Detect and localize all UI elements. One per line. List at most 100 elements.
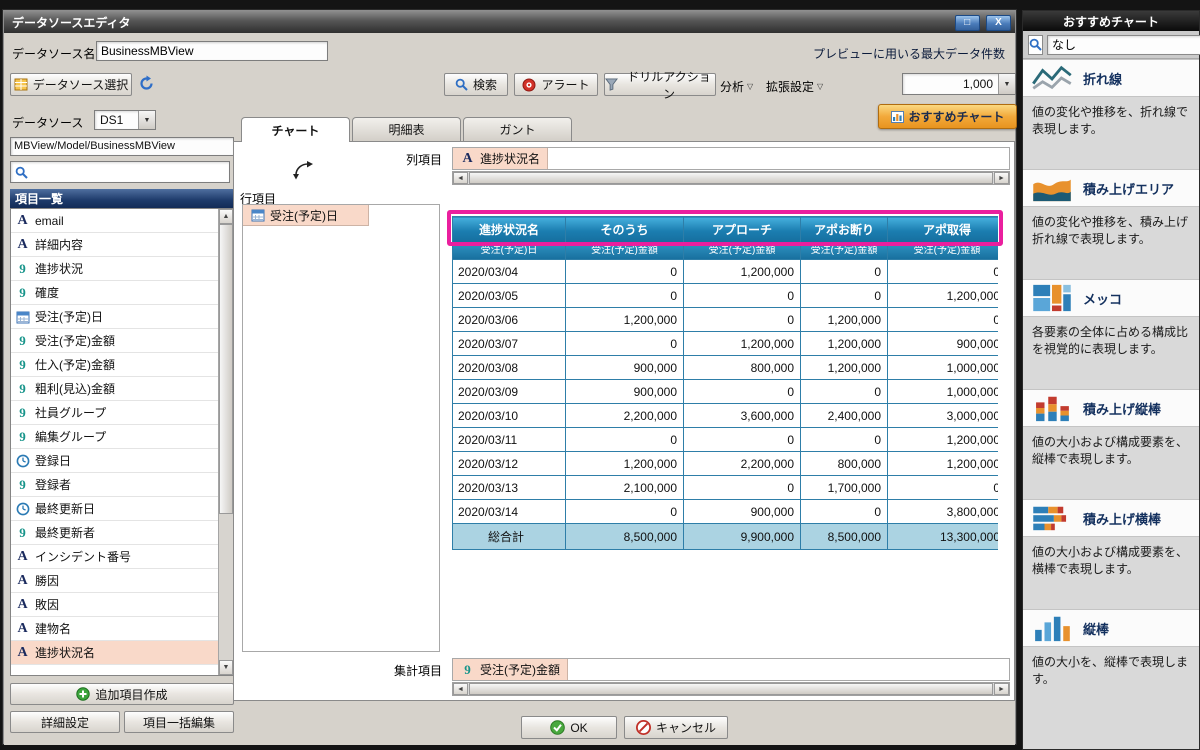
cancel-button[interactable]: キャンセル (624, 716, 728, 739)
datasource-name-input[interactable] (97, 42, 327, 60)
pivot-header-cell[interactable]: 受注(予定)金額 (887, 242, 998, 260)
pivot-editor-area: 列項目 A 進捗状況名 ◄ ► 行項目 受注(予定)日 進捗状況名 そのうち ア… (233, 141, 1015, 701)
ok-button[interactable]: OK (521, 716, 617, 739)
window-buttons: □ X (952, 14, 1011, 31)
aggregate-items-strip[interactable]: 9 受注(予定)金額 (452, 658, 1010, 681)
scrollbar-thumb[interactable] (469, 172, 993, 184)
date-field-icon (250, 208, 265, 222)
field-search-input[interactable] (32, 162, 225, 182)
tab-detail-table[interactable]: 明細表 (352, 117, 461, 141)
chart-description: 各要素の全体に占める構成比を視覚的に表現します。 (1032, 325, 1189, 357)
field-item[interactable]: 9 確度 (11, 281, 220, 305)
field-item[interactable]: 受注(予定)日 (11, 305, 220, 329)
dropdown-arrow-icon[interactable]: ▼ (998, 74, 1015, 94)
detail-settings-button[interactable]: 詳細設定 (10, 711, 120, 733)
scroll-left-icon[interactable]: ◄ (453, 172, 468, 184)
scroll-up-icon[interactable]: ▲ (219, 209, 233, 224)
field-item[interactable]: 9 粗利(見込)金額 (11, 377, 220, 401)
field-item[interactable]: A 建物名 (11, 617, 220, 641)
pivot-cell: 3,600,000 (683, 403, 801, 428)
text-field-icon: A (17, 572, 28, 588)
field-item[interactable]: A 詳細内容 (11, 233, 220, 257)
pivot-cell: 0 (565, 331, 684, 356)
field-item[interactable]: A 進捗状況名 (11, 641, 220, 665)
aggregate-items-hscrollbar[interactable]: ◄ ► (452, 682, 1010, 696)
field-label: 確度 (35, 286, 60, 300)
pivot-cell: 1,200,000 (565, 307, 684, 332)
field-item[interactable]: 9 社員グループ (11, 401, 220, 425)
mekko-icon (1029, 282, 1075, 314)
scroll-right-icon[interactable]: ► (994, 172, 1009, 184)
column-items-strip[interactable]: A 進捗状況名 (452, 147, 1010, 170)
chart-suggestion-stacked-column[interactable]: 積み上げ縦棒 値の大小および構成要素を、縦棒で表現します。 (1023, 389, 1199, 499)
datasource-select[interactable]: DS1 ▼ (94, 110, 156, 130)
chart-suggestion-mekko[interactable]: メッコ各要素の全体に占める構成比を視覚的に表現します。 (1023, 279, 1199, 389)
bulk-edit-button[interactable]: 項目一括編集 (124, 711, 234, 733)
pivot-header-cell[interactable]: 進捗状況名 (452, 216, 566, 243)
chart-name: 積み上げ横棒 (1083, 511, 1162, 527)
pivot-cell: 2020/03/09 (452, 379, 566, 404)
close-button[interactable]: X (986, 14, 1011, 31)
dropdown-arrow-icon[interactable]: ▼ (138, 111, 155, 129)
select-datasource-button[interactable]: データソース選択 (10, 73, 132, 96)
row-field-chip[interactable]: 受注(予定)日 (243, 205, 369, 226)
scroll-down-icon[interactable]: ▼ (219, 660, 233, 675)
pivot-header-cell[interactable]: アポお断り (800, 216, 888, 243)
pivot-header-cell[interactable]: 受注(予定)金額 (800, 242, 888, 260)
pivot-cell: 1,200,000 (887, 451, 998, 476)
analysis-menu[interactable]: 分析 ▽ (720, 78, 753, 95)
extended-settings-menu[interactable]: 拡張設定 ▽ (766, 78, 823, 95)
refresh-icon[interactable] (138, 75, 155, 92)
model-path-box: MBView/Model/BusinessMBView (10, 137, 234, 156)
pivot-cell: 0 (800, 499, 888, 524)
chart-suggestion-line[interactable]: 折れ線 値の変化や推移を、折れ線で表現します。 (1023, 59, 1199, 169)
pivot-header-cell[interactable]: そのうち (565, 216, 684, 243)
chart-name: メッコ (1083, 291, 1123, 307)
pivot-header-cell[interactable]: アプローチ (683, 216, 801, 243)
alert-button[interactable]: アラート (514, 73, 598, 96)
tab-chart[interactable]: チャート (241, 117, 350, 142)
chart-suggestion-column[interactable]: 縦棒 値の大小を、縦棒で表現します。 (1023, 609, 1199, 719)
maximize-button[interactable]: □ (954, 14, 980, 31)
field-item[interactable]: A インシデント番号 (11, 545, 220, 569)
aggregate-field-chip[interactable]: 9 受注(予定)金額 (453, 659, 568, 680)
max-rows-dropdown[interactable]: 1,000 ▼ (902, 73, 1016, 95)
field-list-scrollbar[interactable]: ▲ ▼ (218, 209, 233, 675)
scroll-right-icon[interactable]: ► (994, 683, 1009, 695)
pivot-header-cell[interactable]: 受注(予定)金額 (565, 242, 684, 260)
field-item[interactable]: 9 仕入(予定)金額 (11, 353, 220, 377)
search-icon[interactable] (1028, 34, 1043, 55)
recommended-chart-button[interactable]: おすすめチャート (878, 104, 1017, 129)
search-button[interactable]: 検索 (444, 73, 508, 96)
field-item[interactable]: 9 進捗状況 (11, 257, 220, 281)
field-item[interactable]: A 敗因 (11, 593, 220, 617)
swap-axes-icon[interactable] (292, 160, 314, 180)
chart-suggestion-stacked-area[interactable]: 積み上げエリア 値の変化や推移を、積み上げ折れ線で表現します。 (1023, 169, 1199, 279)
field-item[interactable]: 9 登録者 (11, 473, 220, 497)
scroll-left-icon[interactable]: ◄ (453, 683, 468, 695)
scrollbar-thumb[interactable] (469, 683, 993, 695)
pivot-header-cell[interactable]: アポ取得 (887, 216, 998, 243)
column-field-chip[interactable]: A 進捗状況名 (453, 148, 549, 169)
field-item[interactable]: 登録日 (11, 449, 220, 473)
add-item-button[interactable]: 追加項目作成 (10, 683, 234, 705)
chart-suggestion-stacked-bar[interactable]: 積み上げ横棒 値の大小および構成要素を、横棒で表現します。 (1023, 499, 1199, 609)
field-item[interactable]: 9 最終更新者 (11, 521, 220, 545)
column-items-hscrollbar[interactable]: ◄ ► (452, 171, 1010, 185)
field-item[interactable]: 9 受注(予定)金額 (11, 329, 220, 353)
field-label: 登録者 (35, 478, 72, 492)
row-items-strip[interactable]: 受注(予定)日 (242, 204, 440, 652)
field-item[interactable]: A 勝因 (11, 569, 220, 593)
pivot-cell: 1,700,000 (800, 475, 888, 500)
tab-gantt[interactable]: ガント (463, 117, 572, 141)
pivot-header-cell[interactable]: 受注(予定)日 (452, 242, 566, 260)
chart-search-input[interactable] (1047, 34, 1200, 55)
pivot-header-cell[interactable]: 受注(予定)金額 (683, 242, 801, 260)
field-item[interactable]: 最終更新日 (11, 497, 220, 521)
scrollbar-thumb[interactable] (219, 224, 233, 514)
title-bar[interactable]: データソースエディタ □ X (4, 11, 1015, 33)
field-item[interactable]: 9 編集グループ (11, 425, 220, 449)
drill-action-button[interactable]: ドリルアクション (604, 70, 716, 101)
chart-name: 積み上げ縦棒 (1083, 401, 1162, 417)
field-item[interactable]: Aemail (11, 209, 220, 233)
